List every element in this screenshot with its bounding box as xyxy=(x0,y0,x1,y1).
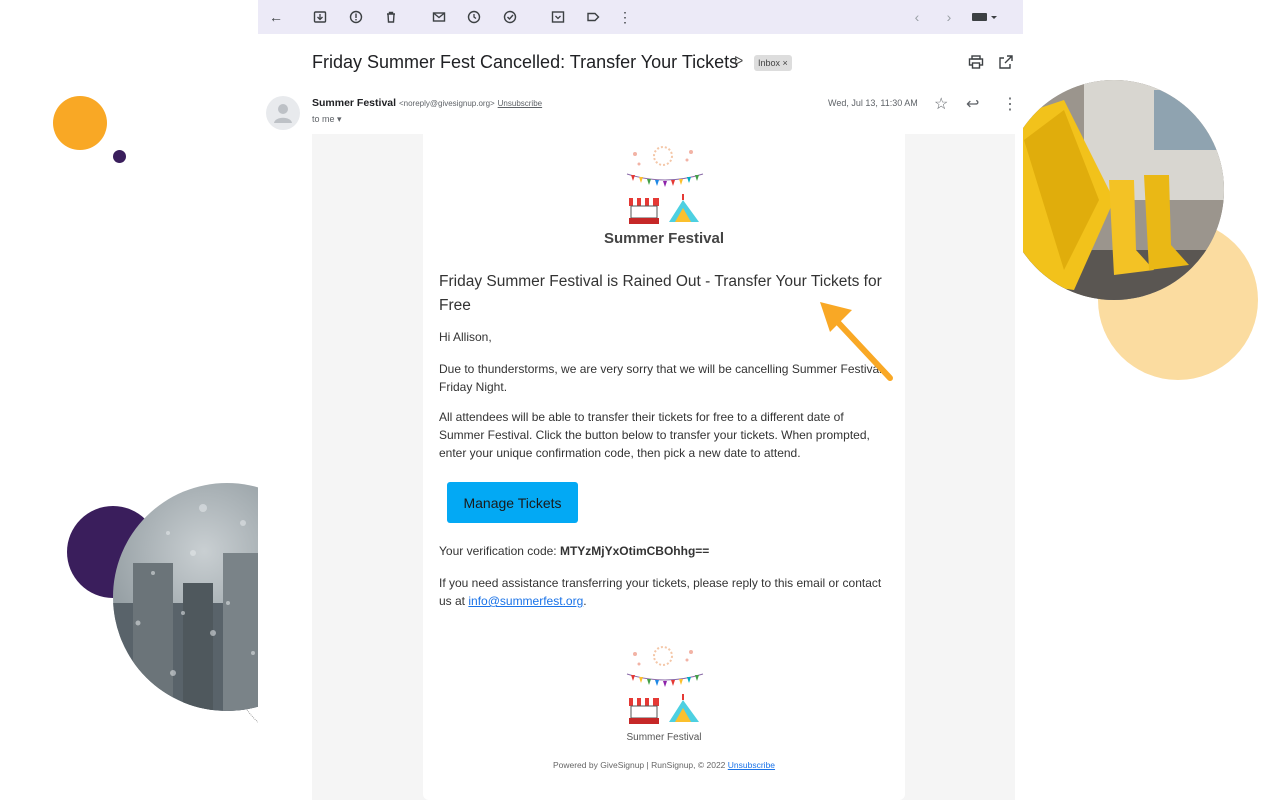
verification-code-label: Your verification code: xyxy=(439,544,560,558)
footer-festival-logo-icon xyxy=(626,646,704,724)
sender-avatar xyxy=(266,96,300,130)
report-spam-icon[interactable] xyxy=(347,8,365,26)
keyboard-icon[interactable] xyxy=(970,8,1000,26)
contact-email-link[interactable]: info@summerfest.org xyxy=(468,594,583,608)
back-icon[interactable]: ← xyxy=(267,8,285,26)
orange-circle-decoration xyxy=(53,96,107,150)
more-icon[interactable]: ⋮ xyxy=(616,8,634,26)
open-new-window-icon[interactable] xyxy=(998,54,1014,70)
message-more-icon[interactable]: ⋮ xyxy=(1002,94,1018,114)
important-marker-icon[interactable]: ᐅ xyxy=(734,54,743,68)
email-viewer: ← ⋮ ‹ › Friday Summer Fest Cancelled: Tr… xyxy=(258,0,1023,800)
move-to-icon[interactable] xyxy=(549,8,567,26)
brand-name: Summer Festival xyxy=(603,230,725,247)
festival-logo-icon xyxy=(626,146,704,224)
annotation-arrow-icon xyxy=(820,302,893,381)
footer-brand-name: Summer Festival xyxy=(626,732,702,743)
page: ← ⋮ ‹ › Friday Summer Fest Cancelled: Tr… xyxy=(0,0,1280,800)
archive-icon[interactable] xyxy=(311,8,329,26)
label-icon[interactable] xyxy=(584,8,602,26)
verification-code-line: Your verification code: MTYzMjYxOtimCBOh… xyxy=(439,544,709,558)
email-date: Wed, Jul 13, 11:30 AM xyxy=(828,98,918,108)
assistance-suffix: . xyxy=(583,594,587,608)
yellow-boots-photo xyxy=(1004,80,1224,300)
header-unsubscribe-link[interactable]: Unsubscribe xyxy=(498,99,542,108)
sender-name: Summer Festival xyxy=(312,97,397,109)
powered-by-line: Powered by GiveSignup | RunSignup, © 202… xyxy=(423,760,905,770)
greeting: Hi Allison, xyxy=(439,330,492,344)
star-icon[interactable]: ☆ xyxy=(934,94,948,114)
powered-by-text: Powered by GiveSignup | RunSignup, © 202… xyxy=(552,760,728,770)
delete-icon[interactable] xyxy=(382,8,400,26)
email-subject: Friday Summer Fest Cancelled: Transfer Y… xyxy=(312,52,739,72)
sender-line: Summer Festival <noreply@givesignup.org>… xyxy=(312,97,542,109)
next-icon[interactable]: › xyxy=(940,8,958,26)
snooze-icon[interactable] xyxy=(465,8,483,26)
verification-code-value: MTYzMjYxOtimCBOhhg== xyxy=(559,544,710,558)
mark-unread-icon[interactable] xyxy=(430,8,448,26)
assistance-paragraph: If you need assistance transferring your… xyxy=(439,574,891,610)
footer-unsubscribe-link[interactable]: Unsubscribe xyxy=(728,760,775,770)
sender-email: <noreply@givesignup.org> xyxy=(398,99,495,108)
inbox-label-chip[interactable]: Inbox × xyxy=(754,55,792,71)
email-toolbar: ← ⋮ ‹ › xyxy=(258,0,1023,34)
add-task-icon[interactable] xyxy=(501,8,519,26)
reply-icon[interactable]: ↩ xyxy=(966,94,979,114)
print-icon[interactable] xyxy=(968,54,986,70)
email-content-card: Summer Festival Friday Summer Festival i… xyxy=(423,134,905,800)
purple-dot-decoration xyxy=(113,150,126,163)
manage-tickets-button[interactable]: Manage Tickets xyxy=(447,482,578,523)
transfer-paragraph: All attendees will be able to transfer t… xyxy=(439,410,870,460)
recipient-dropdown[interactable]: to me ▾ xyxy=(312,114,342,125)
prev-icon[interactable]: ‹ xyxy=(908,8,926,26)
